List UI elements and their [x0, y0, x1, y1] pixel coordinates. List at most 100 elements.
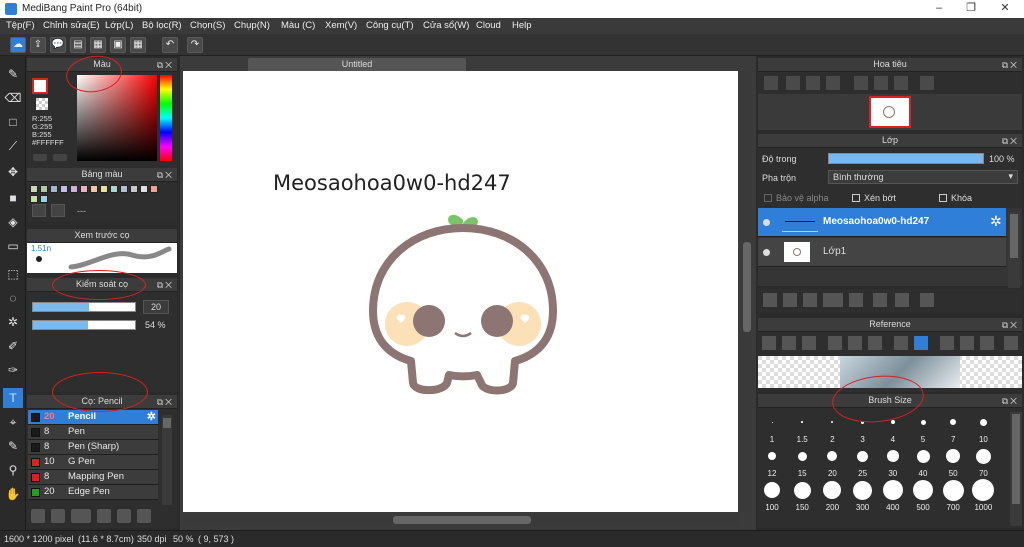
select-rect-icon[interactable]: ⬚	[3, 264, 23, 284]
eye-icon[interactable]	[763, 249, 770, 256]
select-pen-icon[interactable]: ✐	[3, 336, 23, 356]
reference-zoom-in-icon[interactable]	[828, 336, 842, 350]
panel-controls[interactable]: ⧉✕	[1002, 135, 1019, 148]
lock-checkbox[interactable]	[939, 194, 947, 202]
canvas-paper[interactable]: Meosaohoa0w0-hd247	[183, 71, 738, 512]
layer-list-scrollbar[interactable]	[1008, 212, 1020, 288]
layer-row[interactable]: Lớp1	[758, 238, 1006, 267]
menu-edit[interactable]: Chỉnh sửa(E)	[43, 20, 100, 31]
gear-icon[interactable]: ✲	[147, 410, 156, 424]
palette-swatch[interactable]	[100, 185, 108, 193]
delete-layer-icon[interactable]	[920, 293, 934, 307]
brush-size-option[interactable]	[979, 418, 987, 426]
palette-swatch[interactable]	[150, 185, 158, 193]
menu-window[interactable]: Cửa sổ(W)	[423, 20, 469, 31]
foreground-color-swatch[interactable]	[32, 78, 48, 94]
reference-flip-icon[interactable]	[1004, 336, 1018, 350]
brush-settings-icon[interactable]	[97, 509, 111, 523]
panel-controls[interactable]: ⧉✕	[157, 279, 174, 292]
merge-layer-icon[interactable]	[895, 293, 909, 307]
brush-size-option[interactable]	[916, 449, 930, 463]
blur-tool-icon[interactable]: ✎	[3, 436, 23, 456]
reference-zoom-out-icon[interactable]	[868, 336, 882, 350]
palette-swatch[interactable]	[40, 195, 48, 203]
eyedropper-icon[interactable]: ⚲	[3, 460, 23, 480]
delete-palette-icon[interactable]	[51, 204, 65, 217]
brush-size-option[interactable]	[975, 448, 991, 464]
reference-eyedropper-icon[interactable]	[894, 336, 908, 350]
panel-controls[interactable]: ⧉✕	[157, 169, 174, 182]
eraser-tool-icon[interactable]: ⌫	[3, 88, 23, 108]
menu-color[interactable]: Màu (C)	[281, 20, 315, 31]
menu-layer[interactable]: Lớp(L)	[105, 20, 133, 31]
eye-icon[interactable]	[763, 219, 770, 226]
brush-item[interactable]: 8 Pen	[28, 425, 158, 440]
palette-swatch[interactable]	[140, 185, 148, 193]
fill-rect-icon[interactable]: ■	[3, 188, 23, 208]
navigator-thumbnail[interactable]	[869, 96, 911, 128]
lasso-icon[interactable]: ◌	[3, 288, 23, 308]
brush-item[interactable]: 8 Pen (Sharp)	[28, 440, 158, 455]
palette-swatch[interactable]	[70, 185, 78, 193]
reference-cloud-icon[interactable]	[762, 336, 776, 350]
comment-icon[interactable]: ▤	[70, 37, 86, 53]
zoom-out-icon[interactable]	[826, 76, 840, 90]
reference-fit-icon[interactable]	[960, 336, 974, 350]
fit-screen-icon[interactable]	[874, 76, 888, 90]
brush-item[interactable]: 20 Pencil ✲	[28, 410, 158, 425]
duplicate-brush-icon[interactable]	[137, 509, 151, 523]
folder-icon[interactable]	[849, 293, 863, 307]
panel-controls[interactable]: ⧉✕	[1002, 59, 1019, 72]
brush-size-option[interactable]	[853, 480, 873, 500]
rotate-left-icon[interactable]	[854, 76, 868, 90]
grid-page-icon[interactable]: ▣	[110, 37, 126, 53]
canvas-horizontal-scrollbar[interactable]	[183, 514, 739, 526]
new-1bit-layer-icon[interactable]	[803, 293, 817, 307]
text-tool-icon[interactable]: T	[3, 388, 23, 408]
menu-filter[interactable]: Bộ lọc(R)	[142, 20, 182, 31]
brush-size-option[interactable]	[793, 481, 811, 499]
palette-swatch[interactable]	[120, 185, 128, 193]
brush-folder-icon[interactable]	[117, 509, 131, 523]
background-color-swatch[interactable]	[36, 98, 48, 110]
brush-size-option[interactable]	[886, 450, 899, 462]
hue-slider[interactable]	[160, 75, 172, 161]
color-swap-button[interactable]	[53, 154, 67, 161]
palette-swatch[interactable]	[80, 185, 88, 193]
document-tab[interactable]: Untitled	[248, 58, 466, 71]
gradient-tool-icon[interactable]: ▭	[3, 236, 23, 256]
brush-size-slider[interactable]	[32, 302, 136, 312]
menu-cloud[interactable]: Cloud	[476, 20, 501, 31]
line-tool-icon[interactable]: ⟋	[3, 136, 23, 156]
menu-capture[interactable]: Chụp(N)	[234, 20, 270, 31]
select-eraser-icon[interactable]: ✑	[3, 360, 23, 380]
brush-item[interactable]: 8 Mapping Pen	[28, 470, 158, 485]
cloud-icon[interactable]: ☁	[10, 37, 26, 53]
reference-rotate-right-icon[interactable]	[980, 336, 994, 350]
brush-cloud-icon[interactable]	[31, 509, 45, 523]
operation-tool-icon[interactable]: ⌖	[3, 412, 23, 432]
grid-icon[interactable]: ▦	[130, 37, 146, 53]
new-layer-icon[interactable]	[763, 293, 777, 307]
flip-icon[interactable]	[920, 76, 934, 90]
brush-size-option[interactable]	[797, 451, 807, 461]
menu-tools[interactable]: Công cụ(T)	[366, 20, 414, 31]
brush-size-option[interactable]	[882, 480, 903, 500]
menu-select[interactable]: Chọn(S)	[190, 20, 225, 31]
brush-size-option[interactable]	[913, 480, 933, 500]
reference-close-icon[interactable]	[802, 336, 816, 350]
brush-size-value[interactable]: 20	[143, 300, 169, 314]
undo-icon[interactable]: ↶	[162, 37, 178, 53]
panel-controls[interactable]: ⧉✕	[1002, 395, 1019, 408]
palette-swatch[interactable]	[40, 185, 48, 193]
blend-mode-select[interactable]: Bình thường ▾	[828, 170, 1018, 184]
reference-open-icon[interactable]	[782, 336, 796, 350]
brush-size-option[interactable]	[764, 482, 780, 498]
brush-size-option[interactable]	[890, 420, 895, 424]
palette-swatch[interactable]	[30, 195, 38, 203]
layer-row[interactable]: Meosaohoa0w0-hd247 ✲	[758, 208, 1006, 237]
palette-swatch[interactable]	[130, 185, 138, 193]
bucket-tool-icon[interactable]: ◈	[3, 212, 23, 232]
chat-icon[interactable]: 💬	[50, 37, 66, 53]
clipping-checkbox[interactable]	[852, 194, 860, 202]
